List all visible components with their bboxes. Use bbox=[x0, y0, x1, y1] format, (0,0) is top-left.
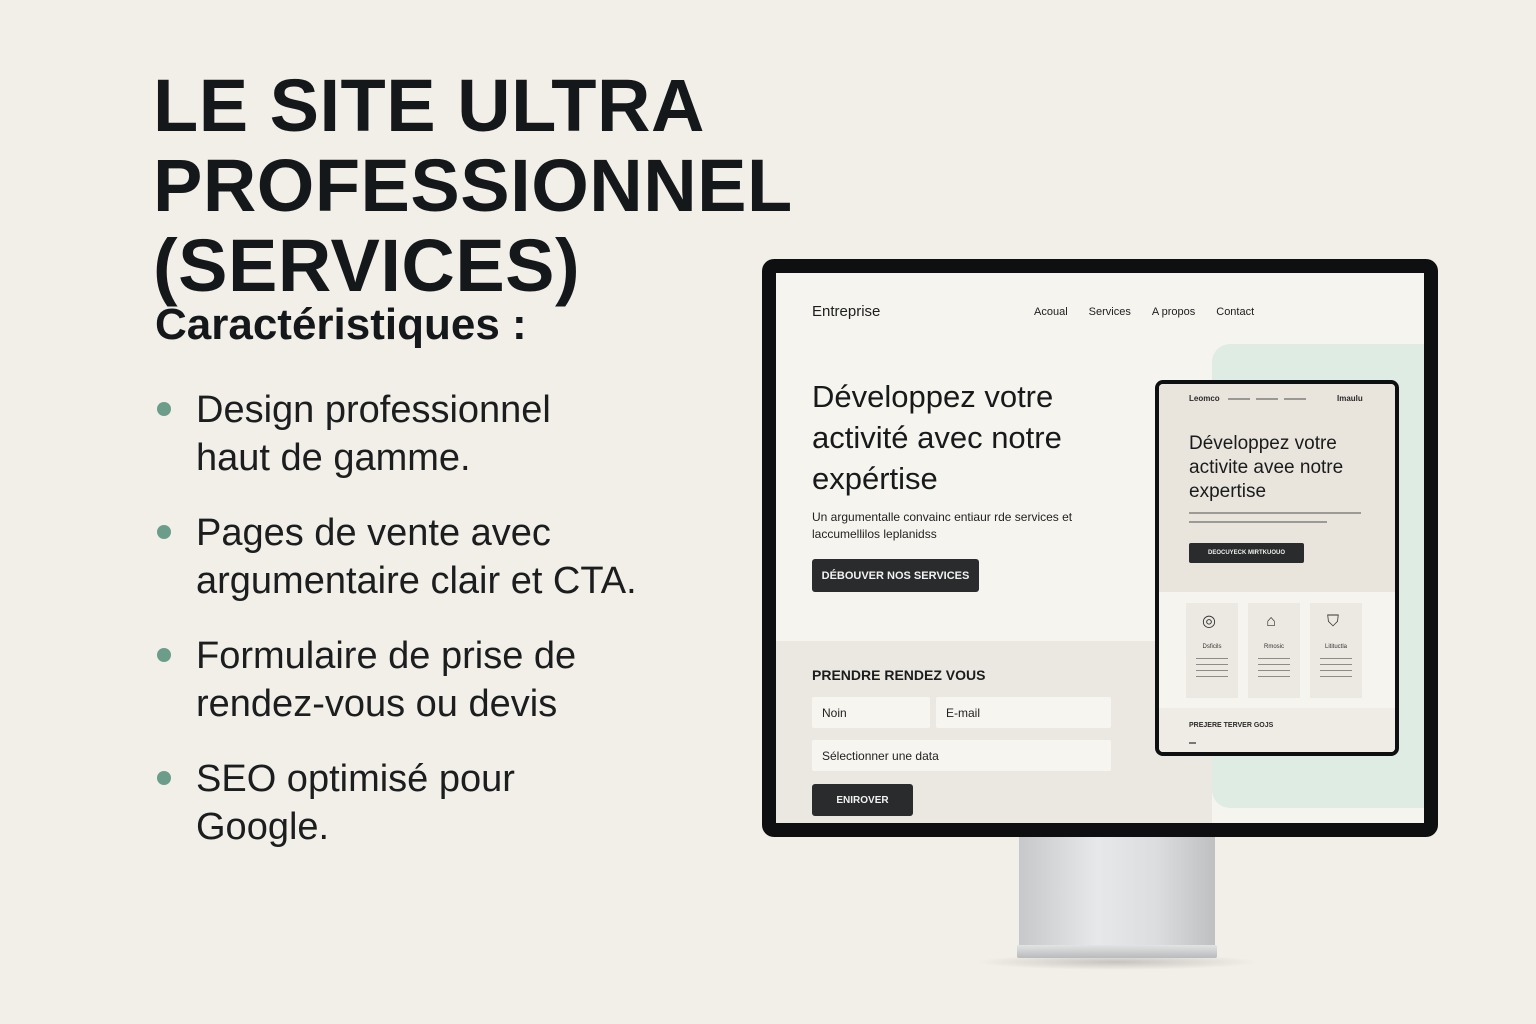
site-navbar: Entreprise Acoual Services A propos Cont… bbox=[776, 273, 1424, 331]
service-card: ⛉ Litituctla bbox=[1310, 603, 1362, 698]
feature-item: SEO optimisé pour Google. bbox=[155, 755, 637, 851]
site-nav-links: Acoual Services A propos Contact bbox=[1034, 306, 1254, 318]
feature-item: Design professionnel haut de gamme. bbox=[155, 386, 637, 482]
feature-text: Design professionnel haut de gamme. bbox=[196, 389, 551, 479]
monitor-stand bbox=[1019, 837, 1215, 949]
discover-services-button[interactable]: DÉBOUVER NOS SERVICES bbox=[812, 559, 979, 592]
tablet-footer-title: PREJERE TERVER GOJS bbox=[1189, 722, 1274, 729]
monitor-stand-base bbox=[1017, 945, 1217, 958]
date-select[interactable]: Sélectionner une data bbox=[812, 740, 1111, 771]
monitor-frame: Entreprise Acoual Services A propos Cont… bbox=[762, 259, 1438, 837]
tablet-mockup: Leomco Imaulu Développez votre activite … bbox=[1155, 380, 1399, 756]
feature-text: SEO optimisé pour Google. bbox=[196, 758, 515, 848]
feature-text: Formulaire de prise de rendez-vous ou de… bbox=[196, 635, 577, 725]
service-card-label: Litituctla bbox=[1324, 644, 1347, 650]
bullet-dot-icon bbox=[157, 771, 171, 785]
tablet-service-cards: ◎ Dsficils ⌂ Rmosic ⛉ Litituctla bbox=[1186, 603, 1362, 698]
feature-item: Pages de vente avec argumentaire clair e… bbox=[155, 509, 637, 605]
page-title-line-1: LE SITE ULTRA PROFESSIONNEL bbox=[153, 64, 793, 227]
service-card-label: Rmosic bbox=[1263, 644, 1284, 650]
appointment-title: PRENDRE RENDEZ VOUS bbox=[812, 667, 986, 683]
website-screen: Entreprise Acoual Services A propos Cont… bbox=[776, 273, 1424, 823]
submit-button[interactable]: ENIROVER bbox=[812, 784, 913, 816]
tablet-nav-placeholder bbox=[1228, 398, 1306, 400]
tablet-hero-title: Développez votre activite avee notre exp… bbox=[1189, 433, 1344, 502]
nav-link-services[interactable]: Services bbox=[1089, 306, 1131, 318]
email-field[interactable]: E-mail bbox=[936, 697, 1111, 728]
name-field[interactable]: Noin bbox=[812, 697, 930, 728]
site-brand-logo[interactable]: Entreprise bbox=[812, 303, 880, 320]
bullet-dot-icon bbox=[157, 648, 171, 662]
feature-text: Pages de vente avec argumentaire clair e… bbox=[196, 512, 637, 602]
bullet-dot-icon bbox=[157, 402, 171, 416]
service-card: ⌂ Rmosic bbox=[1248, 603, 1300, 698]
tablet-cta-button: DEOCUYECK MIRTKUOUO bbox=[1189, 543, 1304, 563]
hero-title: Développez votre activité avec notre exp… bbox=[812, 379, 1062, 496]
service-card: ◎ Dsficils bbox=[1186, 603, 1238, 698]
feature-item: Formulaire de prise de rendez-vous ou de… bbox=[155, 632, 637, 728]
tablet-footer bbox=[1159, 708, 1395, 752]
hero-description: Un argumentalle convainc entiaur rde ser… bbox=[812, 510, 1073, 541]
bullet-dot-icon bbox=[157, 525, 171, 539]
service-card-label: Dsficils bbox=[1202, 644, 1222, 650]
nav-link-home[interactable]: Acoual bbox=[1034, 306, 1068, 318]
house-chart-icon: ⌂ bbox=[1266, 613, 1276, 630]
tablet-brand: Leomco bbox=[1189, 394, 1220, 403]
tablet-nav-right: Imaulu bbox=[1337, 394, 1363, 403]
features-list: Design professionnel haut de gamme. Page… bbox=[155, 386, 637, 878]
tablet-screen: Leomco Imaulu Développez votre activite … bbox=[1159, 384, 1395, 752]
tablet-hero-text-lines bbox=[1189, 512, 1361, 530]
features-heading: Caractéristiques : bbox=[155, 300, 527, 349]
shield-icon: ⛉ bbox=[1326, 613, 1339, 630]
nav-link-contact[interactable]: Contact bbox=[1216, 306, 1254, 318]
nav-link-about[interactable]: A propos bbox=[1152, 306, 1195, 318]
target-icon: ◎ bbox=[1202, 613, 1216, 630]
tablet-footer-line bbox=[1189, 742, 1196, 744]
